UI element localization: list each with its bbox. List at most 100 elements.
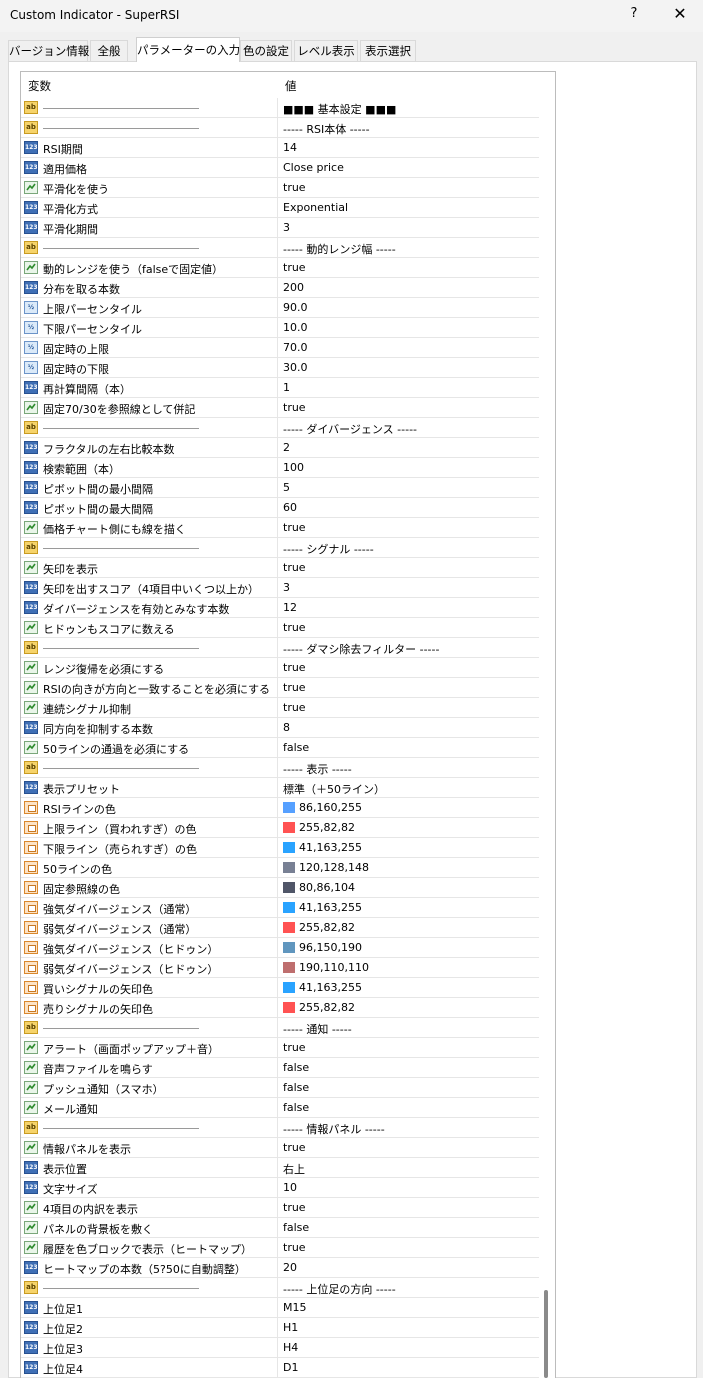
variable-cell[interactable]: 弱気ダイバージェンス（通常） — [21, 918, 278, 937]
variable-cell[interactable]: メール通知 — [21, 1098, 278, 1117]
variable-cell[interactable]: RSIラインの色 — [21, 798, 278, 817]
value-cell[interactable]: 2 — [279, 438, 539, 457]
value-cell[interactable]: 1 — [279, 378, 539, 397]
table-row[interactable]: RSIラインの色 86,160,255 — [21, 798, 539, 818]
value-cell[interactable]: 5 — [279, 478, 539, 497]
variable-cell[interactable]: ½ 上限パーセンタイル — [21, 298, 278, 317]
variable-cell[interactable]: 123 平滑化方式 — [21, 198, 278, 217]
column-header-value[interactable]: 値 — [285, 78, 297, 94]
value-cell[interactable]: 右上 — [279, 1158, 539, 1177]
help-button[interactable]: ? — [624, 6, 644, 26]
table-row[interactable]: 動的レンジを使う（falseで固定値） true — [21, 258, 539, 278]
table-row[interactable]: 123 表示位置 右上 — [21, 1158, 539, 1178]
value-cell[interactable]: false — [279, 1098, 539, 1117]
table-row[interactable]: アラート（画面ポップアップ＋音） true — [21, 1038, 539, 1058]
variable-cell[interactable]: ab — [21, 118, 278, 137]
table-row[interactable]: 123 上位足2 H1 — [21, 1318, 539, 1338]
table-row[interactable]: 平滑化を使う true — [21, 178, 539, 198]
table-row[interactable]: 123 適用価格 Close price — [21, 158, 539, 178]
variable-cell[interactable]: 矢印を表示 — [21, 558, 278, 577]
table-row[interactable]: 123 上位足4 D1 — [21, 1358, 539, 1378]
variable-cell[interactable]: 弱気ダイバージェンス（ヒドゥン） — [21, 958, 278, 977]
variable-cell[interactable]: 123 表示プリセット — [21, 778, 278, 797]
value-cell[interactable]: 200 — [279, 278, 539, 297]
table-row[interactable]: 123 ピボット間の最大間隔 60 — [21, 498, 539, 518]
value-cell[interactable]: ■■■ 基本設定 ■■■ — [279, 98, 539, 117]
variable-cell[interactable]: 123 上位足4 — [21, 1358, 278, 1377]
variable-cell[interactable]: 売りシグナルの矢印色 — [21, 998, 278, 1017]
value-cell[interactable]: true — [279, 1198, 539, 1217]
variable-cell[interactable]: 買いシグナルの矢印色 — [21, 978, 278, 997]
table-row[interactable]: 上限ライン（買われすぎ）の色 255,82,82 — [21, 818, 539, 838]
value-cell[interactable]: 255,82,82 — [279, 918, 539, 937]
table-row[interactable]: プッシュ通知（スマホ） false — [21, 1078, 539, 1098]
table-row[interactable]: ab ----- 通知 ----- — [21, 1018, 539, 1038]
table-row[interactable]: ab ----- 動的レンジ幅 ----- — [21, 238, 539, 258]
variable-cell[interactable]: 123 ピボット間の最大間隔 — [21, 498, 278, 517]
variable-cell[interactable]: ab — [21, 1278, 278, 1297]
scrollbar-thumb-lower[interactable] — [544, 1290, 548, 1378]
value-cell[interactable]: Close price — [279, 158, 539, 177]
value-cell[interactable]: true — [279, 558, 539, 577]
variable-cell[interactable]: ヒドゥンもスコアに数える — [21, 618, 278, 637]
table-row[interactable]: ab ----- 上位足の方向 ----- — [21, 1278, 539, 1298]
table-row[interactable]: 50ラインの通過を必須にする false — [21, 738, 539, 758]
variable-cell[interactable]: 123 上位足2 — [21, 1318, 278, 1337]
variable-cell[interactable]: 123 検索範囲（本） — [21, 458, 278, 477]
value-cell[interactable]: H1 — [279, 1318, 539, 1337]
value-cell[interactable]: true — [279, 618, 539, 637]
value-cell[interactable]: ----- 通知 ----- — [279, 1018, 539, 1037]
value-cell[interactable]: false — [279, 1218, 539, 1237]
table-row[interactable]: ab ----- ダイバージェンス ----- — [21, 418, 539, 438]
variable-cell[interactable]: 123 ヒートマップの本数（5?50に自動調整） — [21, 1258, 278, 1277]
variable-cell[interactable]: 123 上位足1 — [21, 1298, 278, 1317]
value-cell[interactable]: true — [279, 658, 539, 677]
tab-visualization[interactable]: 表示選択 — [360, 40, 416, 61]
table-row[interactable]: レンジ復帰を必須にする true — [21, 658, 539, 678]
value-cell[interactable]: 86,160,255 — [279, 798, 539, 817]
table-row[interactable]: 下限ライン（売られすぎ）の色 41,163,255 — [21, 838, 539, 858]
variable-cell[interactable]: 123 文字サイズ — [21, 1178, 278, 1197]
table-row[interactable]: 123 ダイバージェンスを有効とみなす本数 12 — [21, 598, 539, 618]
table-row[interactable]: メール通知 false — [21, 1098, 539, 1118]
table-row[interactable]: 売りシグナルの矢印色 255,82,82 — [21, 998, 539, 1018]
value-cell[interactable]: false — [279, 1078, 539, 1097]
table-row[interactable]: パネルの背景板を敷く false — [21, 1218, 539, 1238]
variable-cell[interactable]: ab — [21, 98, 278, 117]
table-row[interactable]: 123 再計算間隔（本） 1 — [21, 378, 539, 398]
table-row[interactable]: 123 上位足1 M15 — [21, 1298, 539, 1318]
table-row[interactable]: ½ 上限パーセンタイル 90.0 — [21, 298, 539, 318]
variable-cell[interactable]: 平滑化を使う — [21, 178, 278, 197]
variable-cell[interactable]: 音声ファイルを鳴らす — [21, 1058, 278, 1077]
variable-cell[interactable]: 4項目の内訳を表示 — [21, 1198, 278, 1217]
table-row[interactable]: ab ----- シグナル ----- — [21, 538, 539, 558]
value-cell[interactable]: 3 — [279, 218, 539, 237]
variable-cell[interactable]: 情報パネルを表示 — [21, 1138, 278, 1157]
table-row[interactable]: 情報パネルを表示 true — [21, 1138, 539, 1158]
variable-cell[interactable]: 50ラインの色 — [21, 858, 278, 877]
variable-cell[interactable]: ab — [21, 758, 278, 777]
value-cell[interactable]: 100 — [279, 458, 539, 477]
table-row[interactable]: 123 検索範囲（本） 100 — [21, 458, 539, 478]
table-row[interactable]: 弱気ダイバージェンス（ヒドゥン） 190,110,110 — [21, 958, 539, 978]
table-row[interactable]: 123 表示プリセット 標準（＋50ライン） — [21, 778, 539, 798]
table-row[interactable]: 123 平滑化方式 Exponential — [21, 198, 539, 218]
value-cell[interactable]: 14 — [279, 138, 539, 157]
table-row[interactable]: 123 矢印を出すスコア（4項目中いくつ以上か） 3 — [21, 578, 539, 598]
value-cell[interactable]: 96,150,190 — [279, 938, 539, 957]
variable-cell[interactable]: 123 矢印を出すスコア（4項目中いくつ以上か） — [21, 578, 278, 597]
table-row[interactable]: ヒドゥンもスコアに数える true — [21, 618, 539, 638]
variable-cell[interactable]: 123 再計算間隔（本） — [21, 378, 278, 397]
value-cell[interactable]: true — [279, 1138, 539, 1157]
value-cell[interactable]: true — [279, 1238, 539, 1257]
value-cell[interactable]: 41,163,255 — [279, 978, 539, 997]
table-row[interactable]: 123 分布を取る本数 200 — [21, 278, 539, 298]
table-row[interactable]: 123 同方向を抑制する本数 8 — [21, 718, 539, 738]
value-cell[interactable]: true — [279, 698, 539, 717]
table-row[interactable]: 連続シグナル抑制 true — [21, 698, 539, 718]
value-cell[interactable]: ----- 表示 ----- — [279, 758, 539, 777]
variable-cell[interactable]: アラート（画面ポップアップ＋音） — [21, 1038, 278, 1057]
value-cell[interactable]: ----- 動的レンジ幅 ----- — [279, 238, 539, 257]
tab-levels[interactable]: レベル表示 — [294, 40, 358, 61]
value-cell[interactable]: 60 — [279, 498, 539, 517]
